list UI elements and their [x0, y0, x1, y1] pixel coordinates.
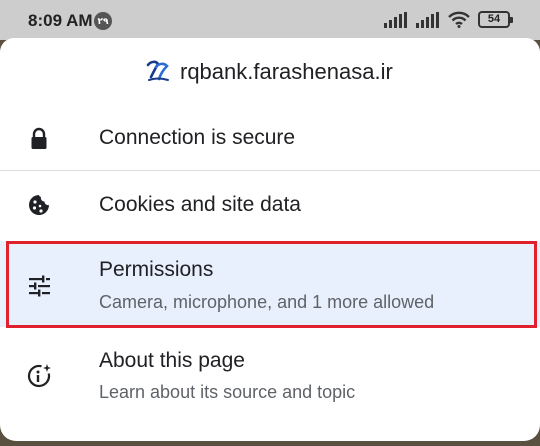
- cookies-item[interactable]: Cookies and site data: [0, 171, 540, 239]
- battery-level: 54: [487, 13, 501, 25]
- about-subtitle: Learn about its source and topic: [99, 382, 356, 402]
- lock-icon: [26, 126, 52, 152]
- page-info-sheet: rqbank.farashenasa.ir Connection is secu…: [0, 38, 540, 441]
- connection-title: Connection is secure: [99, 126, 296, 149]
- wifi-icon: [448, 11, 470, 28]
- battery-icon: 54: [478, 11, 513, 28]
- permissions-title: Permissions: [99, 258, 214, 281]
- site-url: rqbank.farashenasa.ir: [180, 59, 393, 84]
- notification-badge: ۲۹: [94, 12, 112, 30]
- signal-bars-icon: [416, 12, 439, 28]
- permissions-subtitle: Camera, microphone, and 1 more allowed: [99, 292, 435, 312]
- info-sparkle-icon: [26, 363, 52, 389]
- site-header: rqbank.farashenasa.ir: [0, 38, 540, 108]
- tune-sliders-icon: [26, 273, 52, 299]
- cookies-title: Cookies and site data: [99, 193, 301, 216]
- about-page-item[interactable]: About this page Learn about its source a…: [0, 336, 540, 422]
- site-logo-icon: [146, 60, 169, 81]
- status-bar: 8:09 AM ۲۹ 54: [0, 0, 540, 40]
- cookie-icon: [26, 192, 52, 218]
- about-title: About this page: [99, 349, 245, 372]
- status-icons: 54: [384, 11, 513, 28]
- status-time: 8:09 AM: [28, 11, 93, 30]
- connection-security-item[interactable]: Connection is secure: [0, 108, 540, 170]
- permissions-item[interactable]: Permissions Camera, microphone, and 1 mo…: [0, 241, 540, 327]
- signal-bars-icon: [384, 12, 407, 28]
